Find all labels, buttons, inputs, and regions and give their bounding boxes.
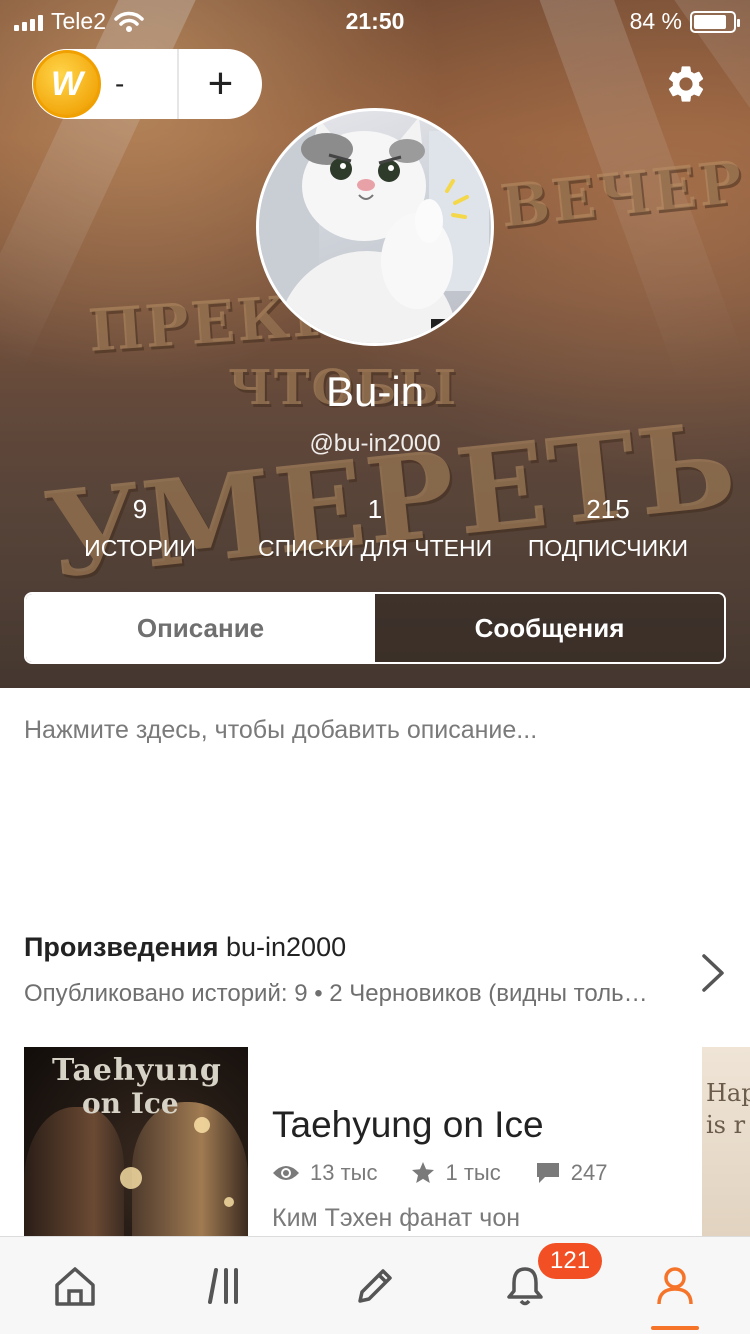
coin-balance[interactable]: W - + bbox=[32, 49, 262, 119]
stat-value: 1 bbox=[367, 494, 383, 524]
coin-icon: W bbox=[33, 50, 101, 118]
works-summary-text: Опубликовано историй: 9 • 2 Черновиков (… bbox=[24, 980, 648, 1007]
story-cover[interactable]: Happ is r bbox=[702, 1047, 750, 1247]
story-stats: 13 тыс 1 тыс 247 bbox=[272, 1160, 641, 1186]
cover-light bbox=[224, 1197, 234, 1207]
story-cover[interactable]: Taehyung on Ice bbox=[24, 1047, 248, 1247]
stat-followers[interactable]: 215 ПОДПИСЧИКИ bbox=[516, 494, 700, 562]
username-handle: @bu-in2000 bbox=[309, 430, 441, 457]
person-icon bbox=[657, 1266, 693, 1304]
eye-icon bbox=[273, 1166, 299, 1180]
cat-avatar-image bbox=[259, 111, 489, 343]
stat-reading-lists[interactable]: 1 СПИСКИ ДЛЯ ЧТЕНИЯ bbox=[258, 494, 492, 562]
story-description: Ким Тэхен фанат чон bbox=[272, 1204, 521, 1232]
cover-figure bbox=[132, 1102, 248, 1247]
works-heading[interactable]: Произведения bu-in2000 bbox=[24, 932, 346, 963]
status-bar: Tele2 21:50 84 % bbox=[0, 0, 750, 40]
comments-stat: 247 bbox=[535, 1160, 608, 1186]
cover-title: Happ is r bbox=[706, 1079, 750, 1139]
battery-fill bbox=[694, 14, 726, 29]
cover-title: Taehyung bbox=[52, 1053, 222, 1088]
stat-stories[interactable]: 9 ИСТОРИИ bbox=[70, 494, 210, 562]
display-name: Bu-in bbox=[325, 368, 425, 415]
battery-icon bbox=[690, 10, 740, 33]
buy-coins-button[interactable]: + bbox=[179, 59, 262, 109]
stat-value: 215 bbox=[586, 494, 630, 524]
pencil-icon bbox=[358, 1268, 392, 1303]
reads-count: 13 тыс bbox=[310, 1160, 378, 1185]
nav-home[interactable] bbox=[0, 1237, 150, 1334]
stat-value: 9 bbox=[132, 494, 148, 524]
nav-library[interactable] bbox=[150, 1237, 300, 1334]
notifications-badge: 121 bbox=[538, 1243, 603, 1279]
coin-amount: - bbox=[115, 68, 125, 99]
profile-tabs: Описание Сообщения bbox=[24, 592, 726, 664]
cover-light bbox=[194, 1117, 210, 1133]
settings-gear-icon[interactable] bbox=[664, 62, 708, 106]
profile-avatar[interactable] bbox=[256, 108, 494, 346]
active-tab-indicator bbox=[651, 1326, 699, 1330]
reads-stat: 13 тыс bbox=[272, 1160, 377, 1186]
votes-count: 1 тыс bbox=[445, 1160, 501, 1185]
nav-profile[interactable] bbox=[600, 1237, 750, 1334]
home-icon bbox=[55, 1266, 95, 1306]
comment-icon bbox=[536, 1163, 559, 1183]
tab-messages[interactable]: Сообщения bbox=[375, 594, 724, 662]
battery: 84 % bbox=[629, 8, 740, 35]
cover-subtitle: on Ice bbox=[82, 1087, 179, 1120]
comments-count: 247 bbox=[570, 1160, 608, 1185]
library-icon bbox=[208, 1267, 238, 1304]
nav-write[interactable] bbox=[300, 1237, 450, 1334]
cover-figure bbox=[24, 1107, 124, 1247]
bottom-navigation bbox=[0, 1236, 750, 1334]
stat-label: ИСТОРИИ bbox=[84, 535, 196, 561]
battery-percent: 84 % bbox=[629, 8, 682, 34]
chevron-right-icon[interactable] bbox=[696, 950, 728, 996]
works-user: bu-in2000 bbox=[226, 932, 347, 962]
works-title: Произведения bbox=[24, 932, 219, 962]
story-title[interactable]: Taehyung on Ice bbox=[272, 1104, 544, 1146]
works-summary: Опубликовано историй: 9 • 2 Черновиков (… bbox=[24, 980, 654, 1008]
add-description-prompt[interactable]: Нажмите здесь, чтобы добавить описание..… bbox=[24, 716, 537, 745]
star-icon bbox=[412, 1162, 435, 1183]
stat-label: СПИСКИ ДЛЯ ЧТЕНИЯ bbox=[258, 535, 492, 561]
tab-description[interactable]: Описание bbox=[26, 594, 375, 662]
cover-light bbox=[120, 1167, 142, 1189]
votes-stat: 1 тыс bbox=[411, 1160, 501, 1186]
stat-label: ПОДПИСЧИКИ bbox=[527, 535, 689, 561]
